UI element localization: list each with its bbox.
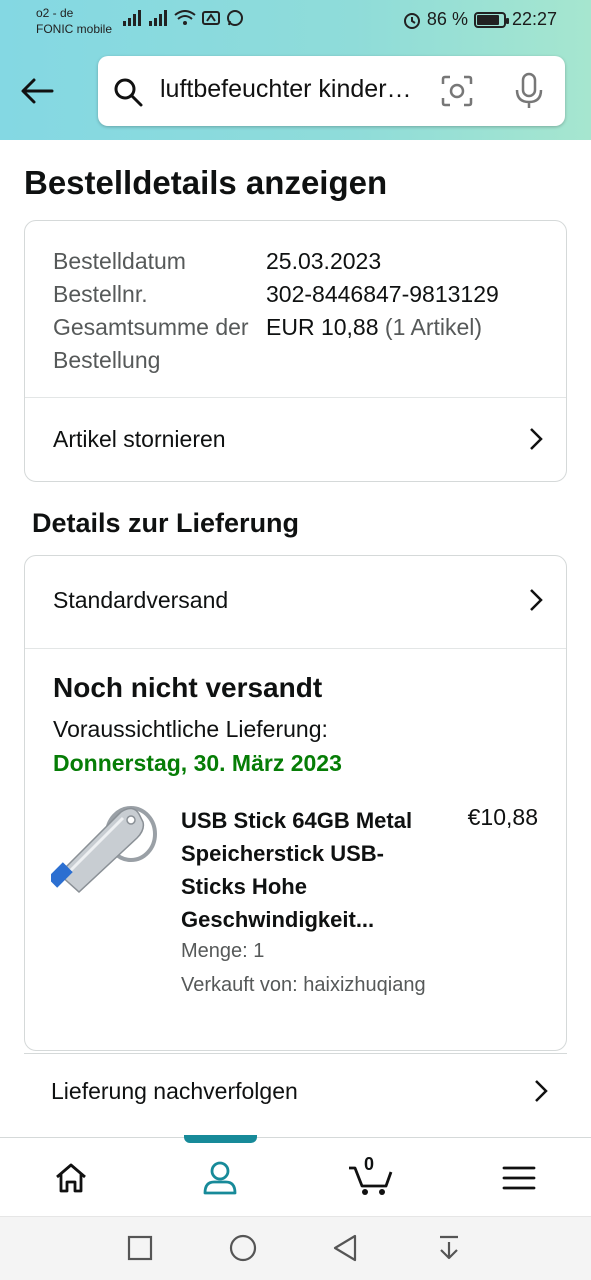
home-icon (56, 1163, 86, 1193)
eta-date: Donnerstag, 30. März 2023 (53, 750, 342, 776)
battery-icon (473, 11, 509, 28)
order-total-amount: EUR 10,88 (266, 314, 379, 340)
status-icons (122, 9, 244, 27)
cancel-items-label: Artikel stornieren (53, 425, 226, 452)
search-bar[interactable]: luftbefeuchter kinderzimmer (98, 56, 565, 126)
order-date-value: 25.03.2023 (266, 248, 382, 274)
system-nav-bar (0, 1216, 591, 1280)
order-number-value: 302-8446847-9813129 (266, 281, 499, 307)
order-total-value: EUR 10,88 (1 Artikel) (266, 311, 482, 377)
delivery-card: Standardversand Noch nicht versandt Vora… (24, 555, 567, 1051)
search-input[interactable]: luftbefeuchter kinderzimmer (160, 75, 418, 104)
arrow-left-icon (21, 78, 54, 104)
signal-icon-2 (149, 10, 167, 26)
shipping-method-link[interactable]: Standardversand (53, 582, 544, 618)
product-image[interactable] (51, 796, 159, 896)
account-icon (203, 1161, 237, 1195)
wifi-icon (174, 10, 196, 25)
product-seller: Verkauft von: haixizhuqiang (181, 974, 426, 996)
nav-home[interactable] (51, 1158, 91, 1198)
track-delivery-label: Lieferung nachverfolgen (51, 1077, 298, 1104)
signal-icon (123, 10, 141, 26)
track-delivery-link[interactable]: Lieferung nachverfolgen (51, 1072, 549, 1110)
nav-cart[interactable]: 0 (348, 1154, 394, 1198)
status-right: 86 % 22:27 (403, 9, 557, 30)
cart-count: 0 (364, 1154, 375, 1174)
download-arrow-icon (440, 1235, 458, 1260)
app-header: o2 - de FONIC mobile 86 % 22:27 luftbefe… (0, 0, 591, 140)
microphone-icon[interactable] (514, 72, 544, 110)
notification-pull-button[interactable] (434, 1233, 464, 1263)
home-button[interactable] (228, 1233, 258, 1263)
page-title: Bestelldetails anzeigen (24, 164, 388, 201)
order-total-label: Gesamtsumme der Bestellung (53, 314, 249, 373)
divider (25, 648, 566, 649)
menu-icon (502, 1166, 536, 1190)
divider (25, 397, 566, 398)
camera-scan-icon[interactable] (440, 74, 474, 108)
battery-percent: 86 % (426, 9, 468, 29)
alarm-icon (403, 12, 420, 29)
shipment-status: Noch nicht versandt (53, 672, 323, 703)
order-number-row: Bestellnr. 302-8446847-9813129 (53, 278, 499, 311)
carrier-line2: FONIC mobile (36, 22, 113, 36)
battery-fill (476, 14, 500, 25)
chevron-right-icon (530, 428, 543, 450)
circle-icon (229, 1234, 257, 1262)
order-total-items: (1 Artikel) (384, 314, 483, 340)
product-quantity: Menge: 1 (181, 940, 265, 962)
order-total-row: Gesamtsumme der Bestellung EUR 10,88 (1 … (53, 311, 499, 377)
eta-label: Voraussichtliche Lieferung: (53, 716, 328, 742)
whatsapp-icon (227, 10, 243, 26)
order-info: Bestelldatum 25.03.2023 Bestellnr. 302-8… (53, 245, 499, 377)
product-title-link[interactable]: USB Stick 64GB Metal Speicherstick USB-S… (181, 804, 431, 936)
clock: 22:27 (511, 9, 557, 29)
chevron-right-icon (530, 589, 543, 611)
carrier-line1: o2 - de (36, 6, 74, 20)
square-icon (127, 1235, 153, 1261)
status-bar: o2 - de FONIC mobile 86 % 22:27 (0, 0, 591, 44)
order-number-label: Bestellnr. (53, 281, 148, 307)
system-back-button[interactable] (330, 1233, 360, 1263)
product-price: €10,88 (467, 804, 538, 830)
recent-apps-button[interactable] (125, 1233, 155, 1263)
bottom-nav: 0 (0, 1135, 591, 1215)
order-date-row: Bestelldatum 25.03.2023 (53, 245, 499, 278)
nav-menu[interactable] (499, 1158, 539, 1198)
divider (24, 1053, 567, 1054)
delivery-section-title: Details zur Lieferung (32, 508, 300, 538)
nav-account[interactable] (200, 1158, 240, 1198)
back-button[interactable] (16, 70, 58, 112)
triangle-back-icon (333, 1234, 357, 1262)
order-date-label: Bestelldatum (53, 248, 186, 274)
search-icon (114, 78, 143, 107)
carrier-info: o2 - de FONIC mobile (36, 5, 112, 37)
active-tab-indicator (184, 1135, 257, 1143)
chevron-right-icon (535, 1080, 548, 1102)
cancel-items-link[interactable]: Artikel stornieren (53, 421, 544, 457)
order-summary-card: Bestelldatum 25.03.2023 Bestellnr. 302-8… (24, 220, 567, 482)
nfc-icon (202, 11, 220, 25)
shipping-method-label: Standardversand (53, 586, 229, 613)
